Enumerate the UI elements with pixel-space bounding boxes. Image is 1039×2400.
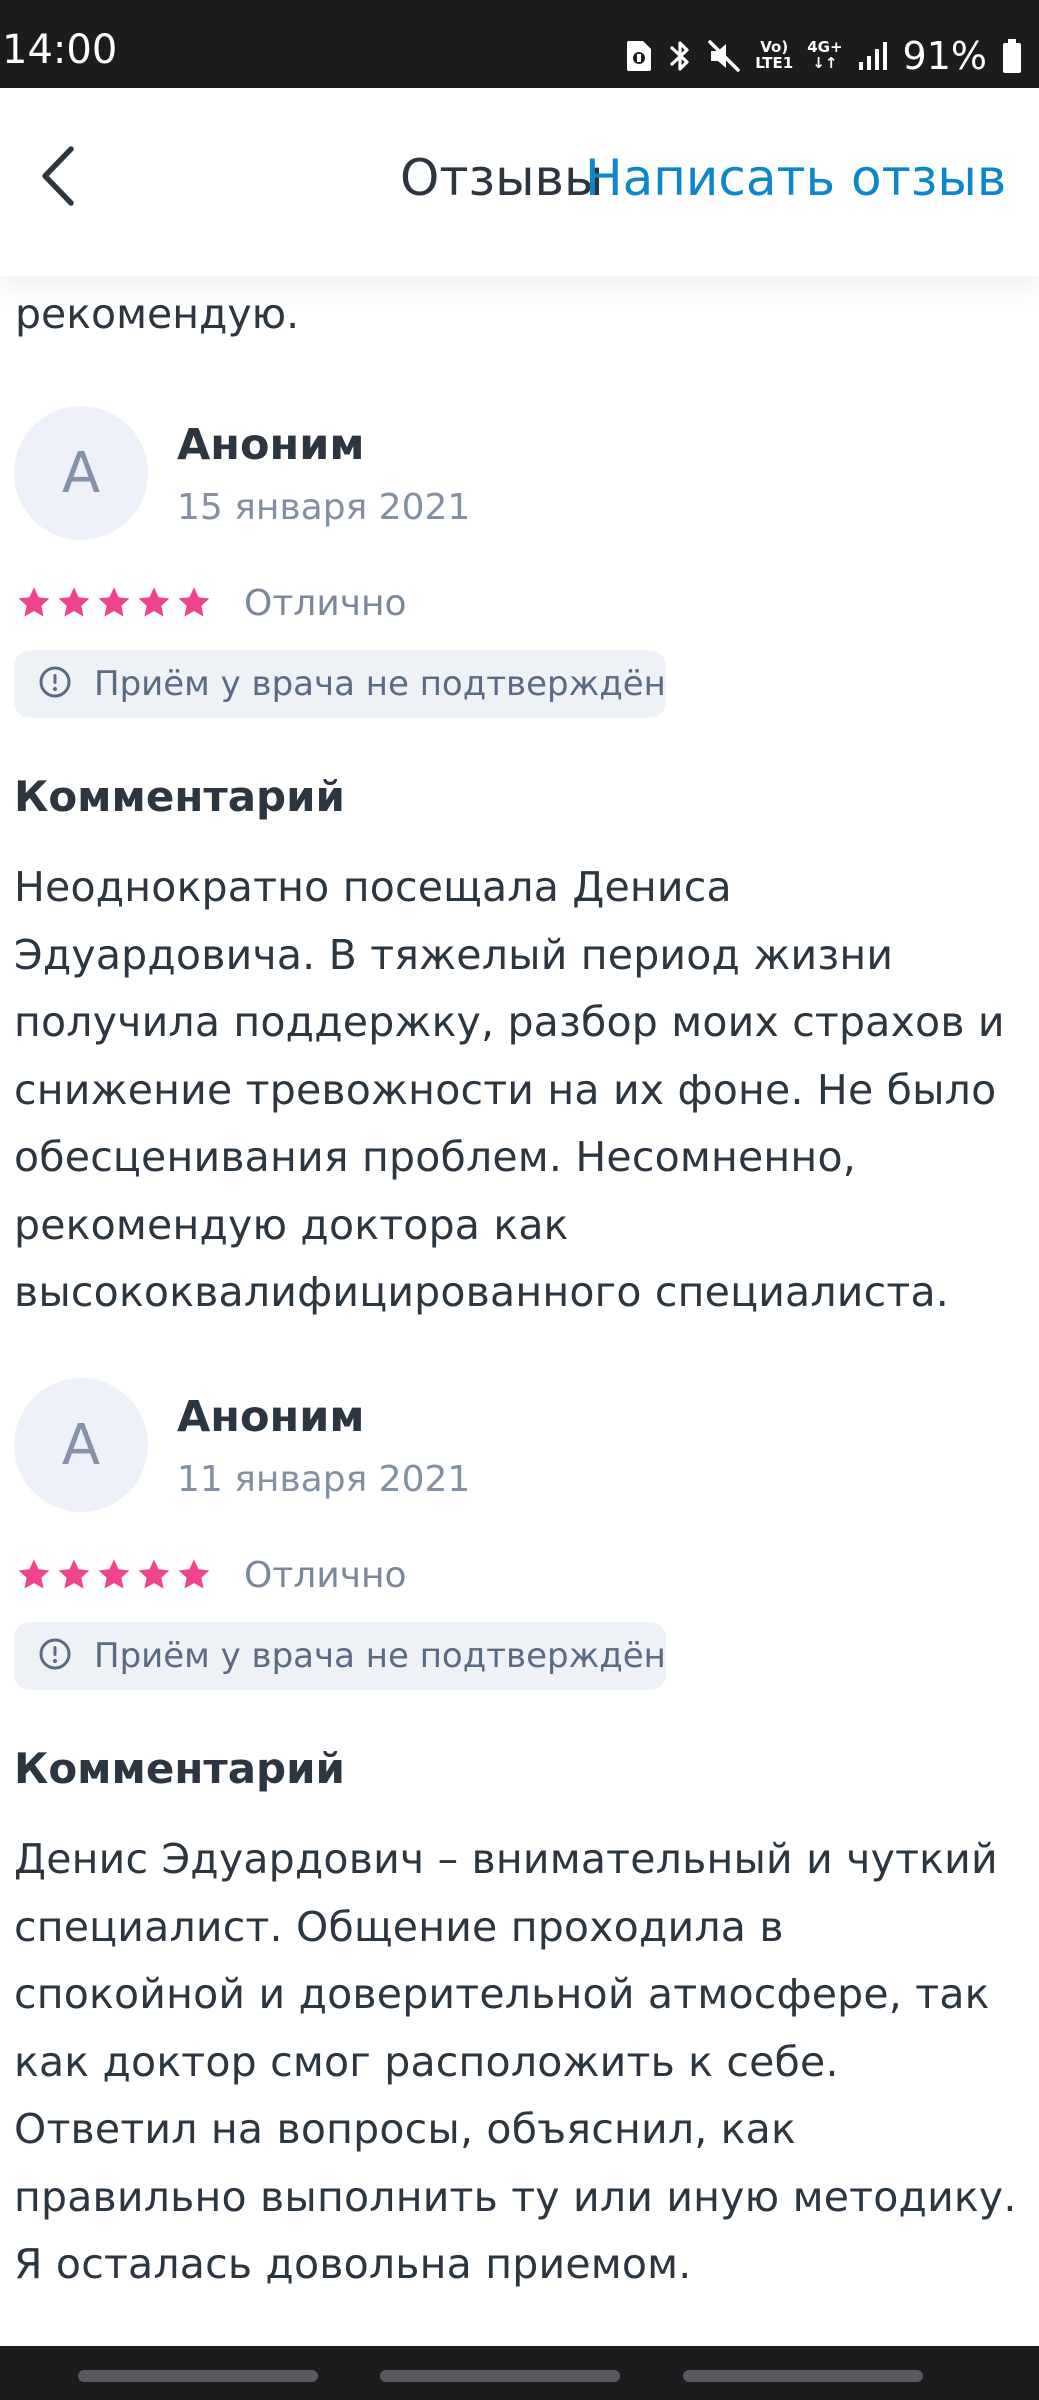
- info-icon: [38, 665, 72, 703]
- unconfirmed-badge: Приём у врача не подтверждён: [14, 650, 666, 718]
- battery-icon: [1001, 38, 1023, 74]
- write-review-button[interactable]: Написать отзыв: [585, 148, 1006, 208]
- network-type: 4G+ ↓↑: [807, 39, 842, 72]
- review-date: 11 января 2021: [177, 1459, 471, 1500]
- star-icon: [178, 1559, 210, 1589]
- avatar: А: [14, 1378, 148, 1512]
- star-icon: [138, 1559, 170, 1589]
- star-icon: [98, 587, 130, 617]
- review-card: А Аноним 15 января 2021 Отлично Приём у …: [0, 406, 1039, 1316]
- comment-heading: Комментарий: [14, 1744, 345, 1793]
- star-icon: [58, 1559, 90, 1589]
- comment-text: Неоднократно посещала Дениса Эдуардовича…: [14, 863, 1005, 1316]
- review-date: 15 января 2021: [177, 487, 471, 528]
- app-header: Отзывы Написать отзыв: [0, 88, 1039, 276]
- status-bar: 14:00 Vo) LTE1 4G+ ↓↑ 91%: [0, 0, 1039, 88]
- home-button[interactable]: [380, 2370, 620, 2382]
- system-nav-bar: [0, 2346, 1039, 2400]
- badge-text: Приём у врача не подтверждён: [94, 664, 666, 704]
- chevron-left-icon: [35, 143, 79, 213]
- info-icon: [38, 1637, 72, 1675]
- back-button[interactable]: [22, 138, 92, 218]
- comment-text: Денис Эдуардович – внимательный и чуткий…: [14, 1835, 1017, 2288]
- sim-icon: [625, 39, 653, 73]
- network-lte-label: LTE1: [755, 54, 794, 72]
- status-icons: Vo) LTE1 4G+ ↓↑ 91%: [625, 34, 1023, 78]
- star-icon: [18, 587, 50, 617]
- status-time: 14:00: [2, 27, 118, 73]
- rating-label: Отлично: [244, 583, 407, 624]
- star-icon: [18, 1559, 50, 1589]
- bluetooth-icon: [667, 38, 693, 74]
- mute-icon: [707, 39, 741, 73]
- rating-stars: [16, 586, 212, 620]
- review-author: Аноним: [177, 1392, 365, 1442]
- comment-heading: Комментарий: [14, 772, 345, 821]
- back-nav-button[interactable]: [683, 2370, 923, 2382]
- previous-comment-tail: рекомендую.: [15, 290, 300, 338]
- network-status: Vo) LTE1: [755, 39, 794, 72]
- recents-button[interactable]: [78, 2370, 318, 2382]
- battery-percent: 91%: [902, 34, 987, 78]
- review-card: А Аноним 11 января 2021 Отлично Приём у …: [0, 1378, 1039, 2288]
- rating-stars: [16, 1558, 212, 1592]
- avatar: А: [14, 406, 148, 540]
- star-icon: [98, 1559, 130, 1589]
- unconfirmed-badge: Приём у врача не подтверждён: [14, 1622, 666, 1690]
- review-author: Аноним: [177, 420, 365, 470]
- badge-text: Приём у врача не подтверждён: [94, 1636, 666, 1676]
- rating-label: Отлично: [244, 1555, 407, 1596]
- page-title: Отзывы: [400, 149, 604, 207]
- data-arrows-icon: ↓↑: [812, 54, 838, 72]
- star-icon: [138, 587, 170, 617]
- star-icon: [178, 587, 210, 617]
- reviews-list[interactable]: рекомендую. А Аноним 15 января 2021 Отли…: [0, 276, 1039, 2346]
- signal-icon: [857, 40, 889, 72]
- star-icon: [58, 587, 90, 617]
